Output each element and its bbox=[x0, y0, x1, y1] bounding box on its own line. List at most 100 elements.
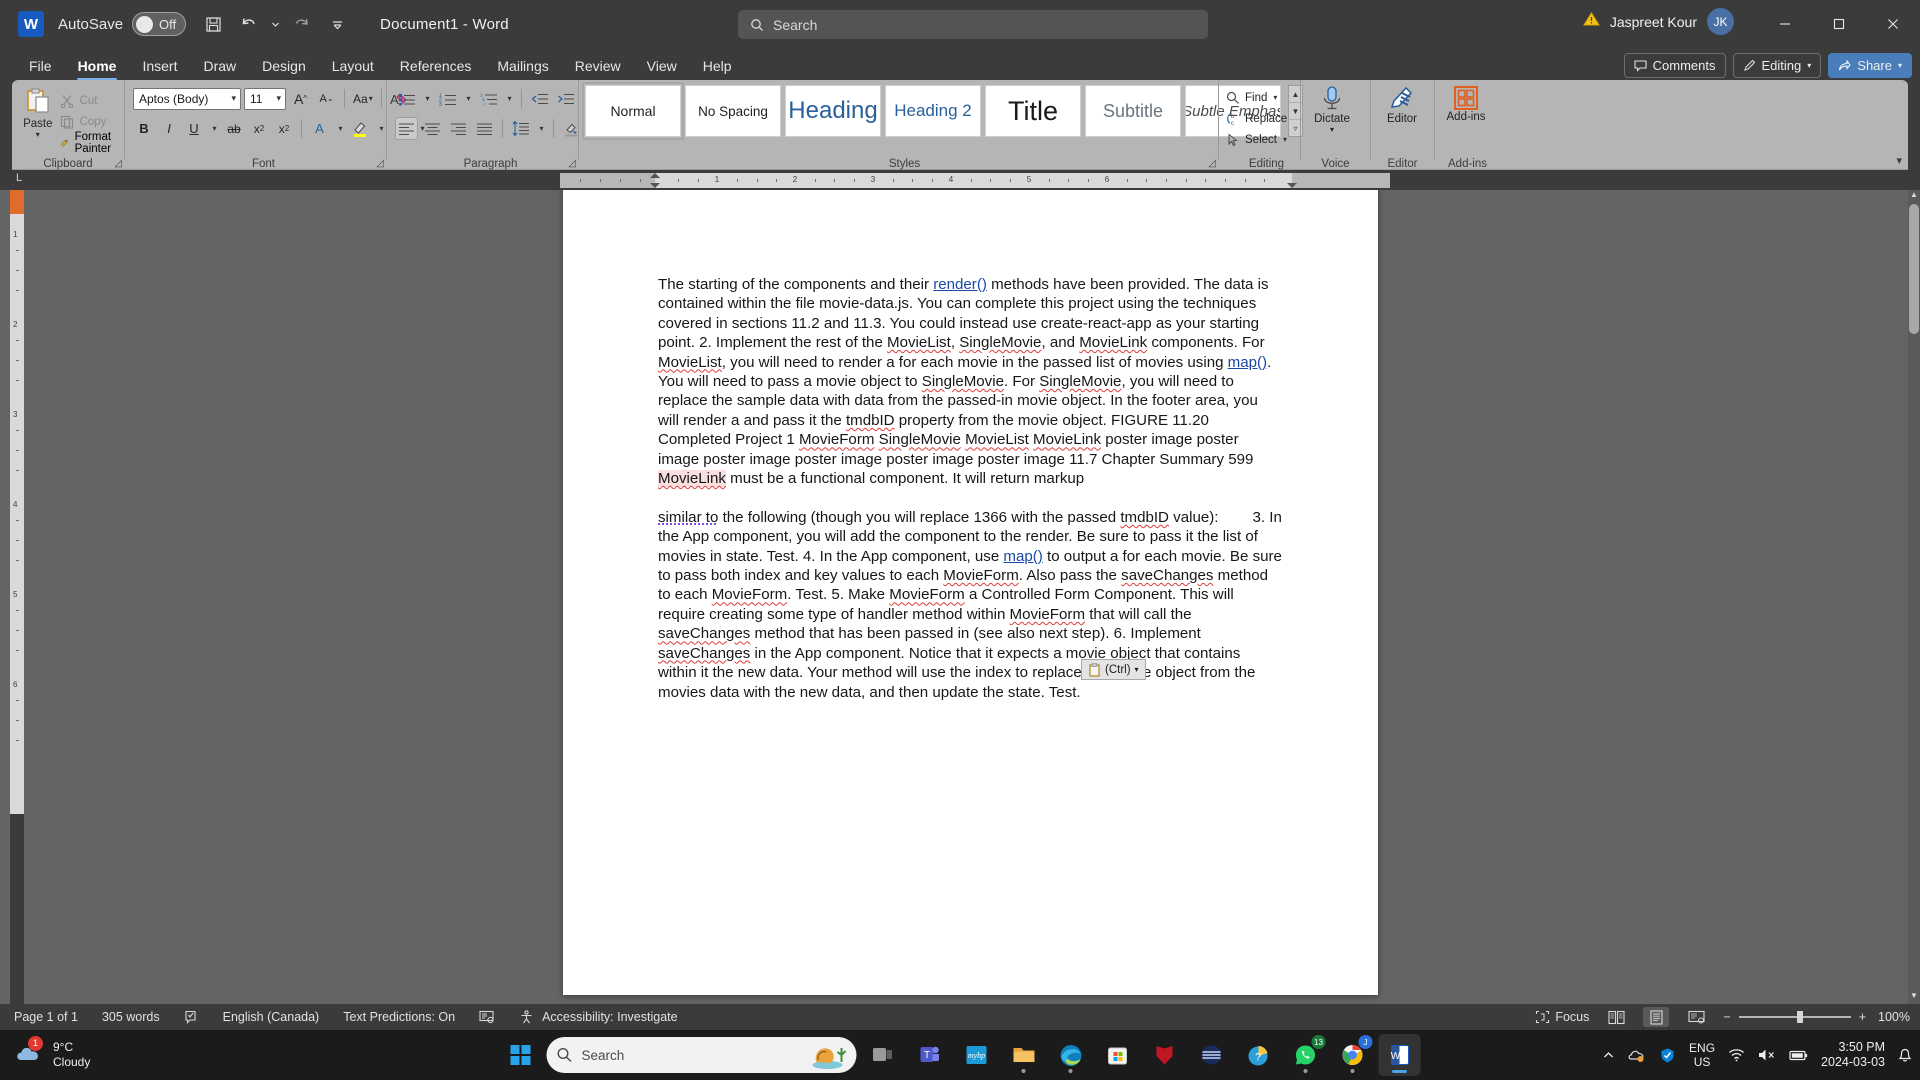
display-settings-icon[interactable] bbox=[479, 1010, 495, 1024]
addins-button[interactable]: Add-ins bbox=[1435, 80, 1497, 123]
tab-help[interactable]: Help bbox=[690, 52, 745, 80]
style-no-spacing[interactable]: No Spacing bbox=[685, 85, 781, 137]
justify-icon[interactable] bbox=[473, 117, 496, 140]
focus-mode-button[interactable]: Focus bbox=[1535, 1010, 1589, 1024]
proofing-icon[interactable] bbox=[184, 1010, 199, 1024]
hanging-indent-marker[interactable] bbox=[650, 183, 660, 188]
zoom-level[interactable]: 100% bbox=[1878, 1010, 1910, 1024]
show-hidden-icons-icon[interactable] bbox=[1602, 1049, 1615, 1062]
document-page[interactable]: The starting of the components and their… bbox=[563, 190, 1378, 995]
volume-muted-icon[interactable] bbox=[1758, 1048, 1776, 1062]
bullets-dropdown[interactable]: ▾ bbox=[421, 87, 433, 110]
microsoft-store-button[interactable] bbox=[1097, 1034, 1139, 1076]
comments-button[interactable]: Comments bbox=[1623, 53, 1726, 78]
maximize-button[interactable] bbox=[1812, 0, 1866, 48]
line-spacing-icon[interactable] bbox=[509, 117, 532, 140]
tab-home[interactable]: Home bbox=[65, 52, 130, 80]
tab-mailings[interactable]: Mailings bbox=[484, 52, 561, 80]
find-button[interactable]: Find ▾ bbox=[1226, 87, 1287, 108]
increase-indent-icon[interactable] bbox=[554, 87, 577, 110]
change-case-button[interactable]: Aa ▾ bbox=[351, 87, 375, 110]
numbering-icon[interactable]: 123 bbox=[436, 87, 459, 110]
chrome-button[interactable]: J bbox=[1332, 1034, 1374, 1076]
zoom-track[interactable] bbox=[1738, 1011, 1851, 1023]
grow-font-button[interactable]: A ^ bbox=[289, 87, 312, 110]
help-button[interactable]: ? bbox=[1238, 1034, 1280, 1076]
tab-references[interactable]: References bbox=[387, 52, 485, 80]
style-subtitle[interactable]: Subtitle bbox=[1085, 85, 1181, 137]
clipboard-dialog-launcher[interactable]: ◿ bbox=[114, 158, 122, 169]
tab-insert[interactable]: Insert bbox=[129, 52, 190, 80]
text-effects-dropdown[interactable]: ▾ bbox=[334, 117, 346, 140]
align-left-icon[interactable] bbox=[395, 117, 418, 140]
scroll-down-icon[interactable]: ▼ bbox=[1908, 991, 1920, 1004]
zoom-slider[interactable]: − + 100% bbox=[1723, 1010, 1910, 1024]
collapse-ribbon-icon[interactable]: ▾ bbox=[1896, 154, 1902, 167]
windows-security-icon[interactable] bbox=[1659, 1047, 1676, 1064]
mcafee-button[interactable] bbox=[1144, 1034, 1186, 1076]
font-name-combo[interactable]: Aptos (Body) ▾ bbox=[133, 87, 241, 110]
style-title[interactable]: Title bbox=[985, 85, 1081, 137]
underline-button[interactable]: U bbox=[183, 117, 205, 140]
multilevel-list-icon[interactable]: 1ai bbox=[477, 87, 500, 110]
select-button[interactable]: Select ▾ bbox=[1226, 129, 1287, 150]
zoom-button[interactable] bbox=[1191, 1034, 1233, 1076]
zoom-out-button[interactable]: − bbox=[1723, 1010, 1730, 1024]
scrollbar-thumb[interactable] bbox=[1909, 204, 1919, 334]
file-explorer-button[interactable] bbox=[1003, 1034, 1045, 1076]
format-painter-button[interactable]: Format Painter bbox=[56, 131, 124, 155]
line-spacing-dropdown[interactable]: ▾ bbox=[535, 117, 547, 140]
align-center-icon[interactable] bbox=[421, 117, 444, 140]
decrease-indent-icon[interactable] bbox=[528, 87, 551, 110]
zoom-in-button[interactable]: + bbox=[1859, 1010, 1866, 1024]
tab-review[interactable]: Review bbox=[562, 52, 634, 80]
shrink-font-button[interactable]: A ⌄ bbox=[315, 87, 338, 110]
bullets-icon[interactable] bbox=[395, 87, 418, 110]
tab-layout[interactable]: Layout bbox=[319, 52, 387, 80]
customize-quick-access-icon[interactable] bbox=[320, 7, 354, 41]
undo-dropdown-icon[interactable] bbox=[268, 7, 282, 41]
zoom-thumb[interactable] bbox=[1796, 1011, 1803, 1023]
dictate-button[interactable]: Dictate ▾ bbox=[1301, 80, 1363, 134]
subscript-button[interactable]: x2 bbox=[248, 117, 270, 140]
close-button[interactable] bbox=[1866, 0, 1920, 48]
undo-icon[interactable] bbox=[232, 7, 266, 41]
save-icon[interactable] bbox=[196, 7, 230, 41]
document-text-body[interactable]: The starting of the components and their… bbox=[658, 275, 1283, 702]
editing-mode-button[interactable]: Editing ▾ bbox=[1732, 53, 1822, 78]
weather-widget[interactable]: 1 9°C Cloudy bbox=[14, 1035, 90, 1072]
text-effects-button[interactable]: A bbox=[308, 117, 331, 140]
align-right-icon[interactable] bbox=[447, 117, 470, 140]
horizontal-ruler[interactable]: 1 2 3 4 5 6 bbox=[560, 173, 1390, 188]
style-normal[interactable]: Normal bbox=[582, 82, 684, 140]
scroll-up-icon[interactable]: ▲ bbox=[1908, 190, 1920, 203]
status-words[interactable]: 305 words bbox=[102, 1010, 160, 1024]
print-layout-icon[interactable] bbox=[1643, 1007, 1670, 1027]
right-indent-marker[interactable] bbox=[1287, 183, 1297, 188]
read-mode-icon[interactable] bbox=[1603, 1007, 1629, 1027]
paste-button[interactable]: Paste ▾ bbox=[20, 87, 56, 139]
status-language[interactable]: English (Canada) bbox=[223, 1010, 320, 1024]
map-link[interactable]: map() bbox=[1228, 354, 1267, 371]
word-taskbar-button[interactable]: W bbox=[1378, 1034, 1421, 1076]
styles-dialog-launcher[interactable]: ◿ bbox=[1208, 158, 1216, 169]
copy-button[interactable]: Copy bbox=[56, 111, 124, 132]
paragraph-dialog-launcher[interactable]: ◿ bbox=[568, 158, 576, 169]
font-dialog-launcher[interactable]: ◿ bbox=[376, 158, 384, 169]
status-text-predictions[interactable]: Text Predictions: On bbox=[343, 1010, 455, 1024]
accessibility-status[interactable]: Accessibility: Investigate bbox=[519, 1010, 678, 1024]
taskbar-search[interactable]: Search bbox=[546, 1037, 857, 1073]
chevron-down-icon[interactable]: ▾ bbox=[36, 130, 40, 139]
document-vertical-scrollbar[interactable]: ▲ ▼ bbox=[1908, 190, 1920, 1004]
account-name[interactable]: Jaspreet Kour bbox=[1610, 14, 1697, 30]
first-line-indent-marker[interactable] bbox=[650, 173, 660, 178]
clock[interactable]: 3:50 PM 2024-03-03 bbox=[1821, 1040, 1885, 1070]
cut-button[interactable]: Cut bbox=[56, 90, 124, 111]
underline-dropdown[interactable]: ▾ bbox=[208, 117, 220, 140]
font-size-combo[interactable]: 11 ▾ bbox=[244, 87, 286, 110]
wifi-icon[interactable] bbox=[1728, 1048, 1745, 1062]
strikethrough-button[interactable]: ab bbox=[223, 117, 245, 140]
myhp-button[interactable]: myhp bbox=[956, 1034, 998, 1076]
vertical-ruler[interactable]: 1 2 3 4 5 6 bbox=[10, 190, 24, 1004]
redo-icon[interactable] bbox=[284, 7, 318, 41]
